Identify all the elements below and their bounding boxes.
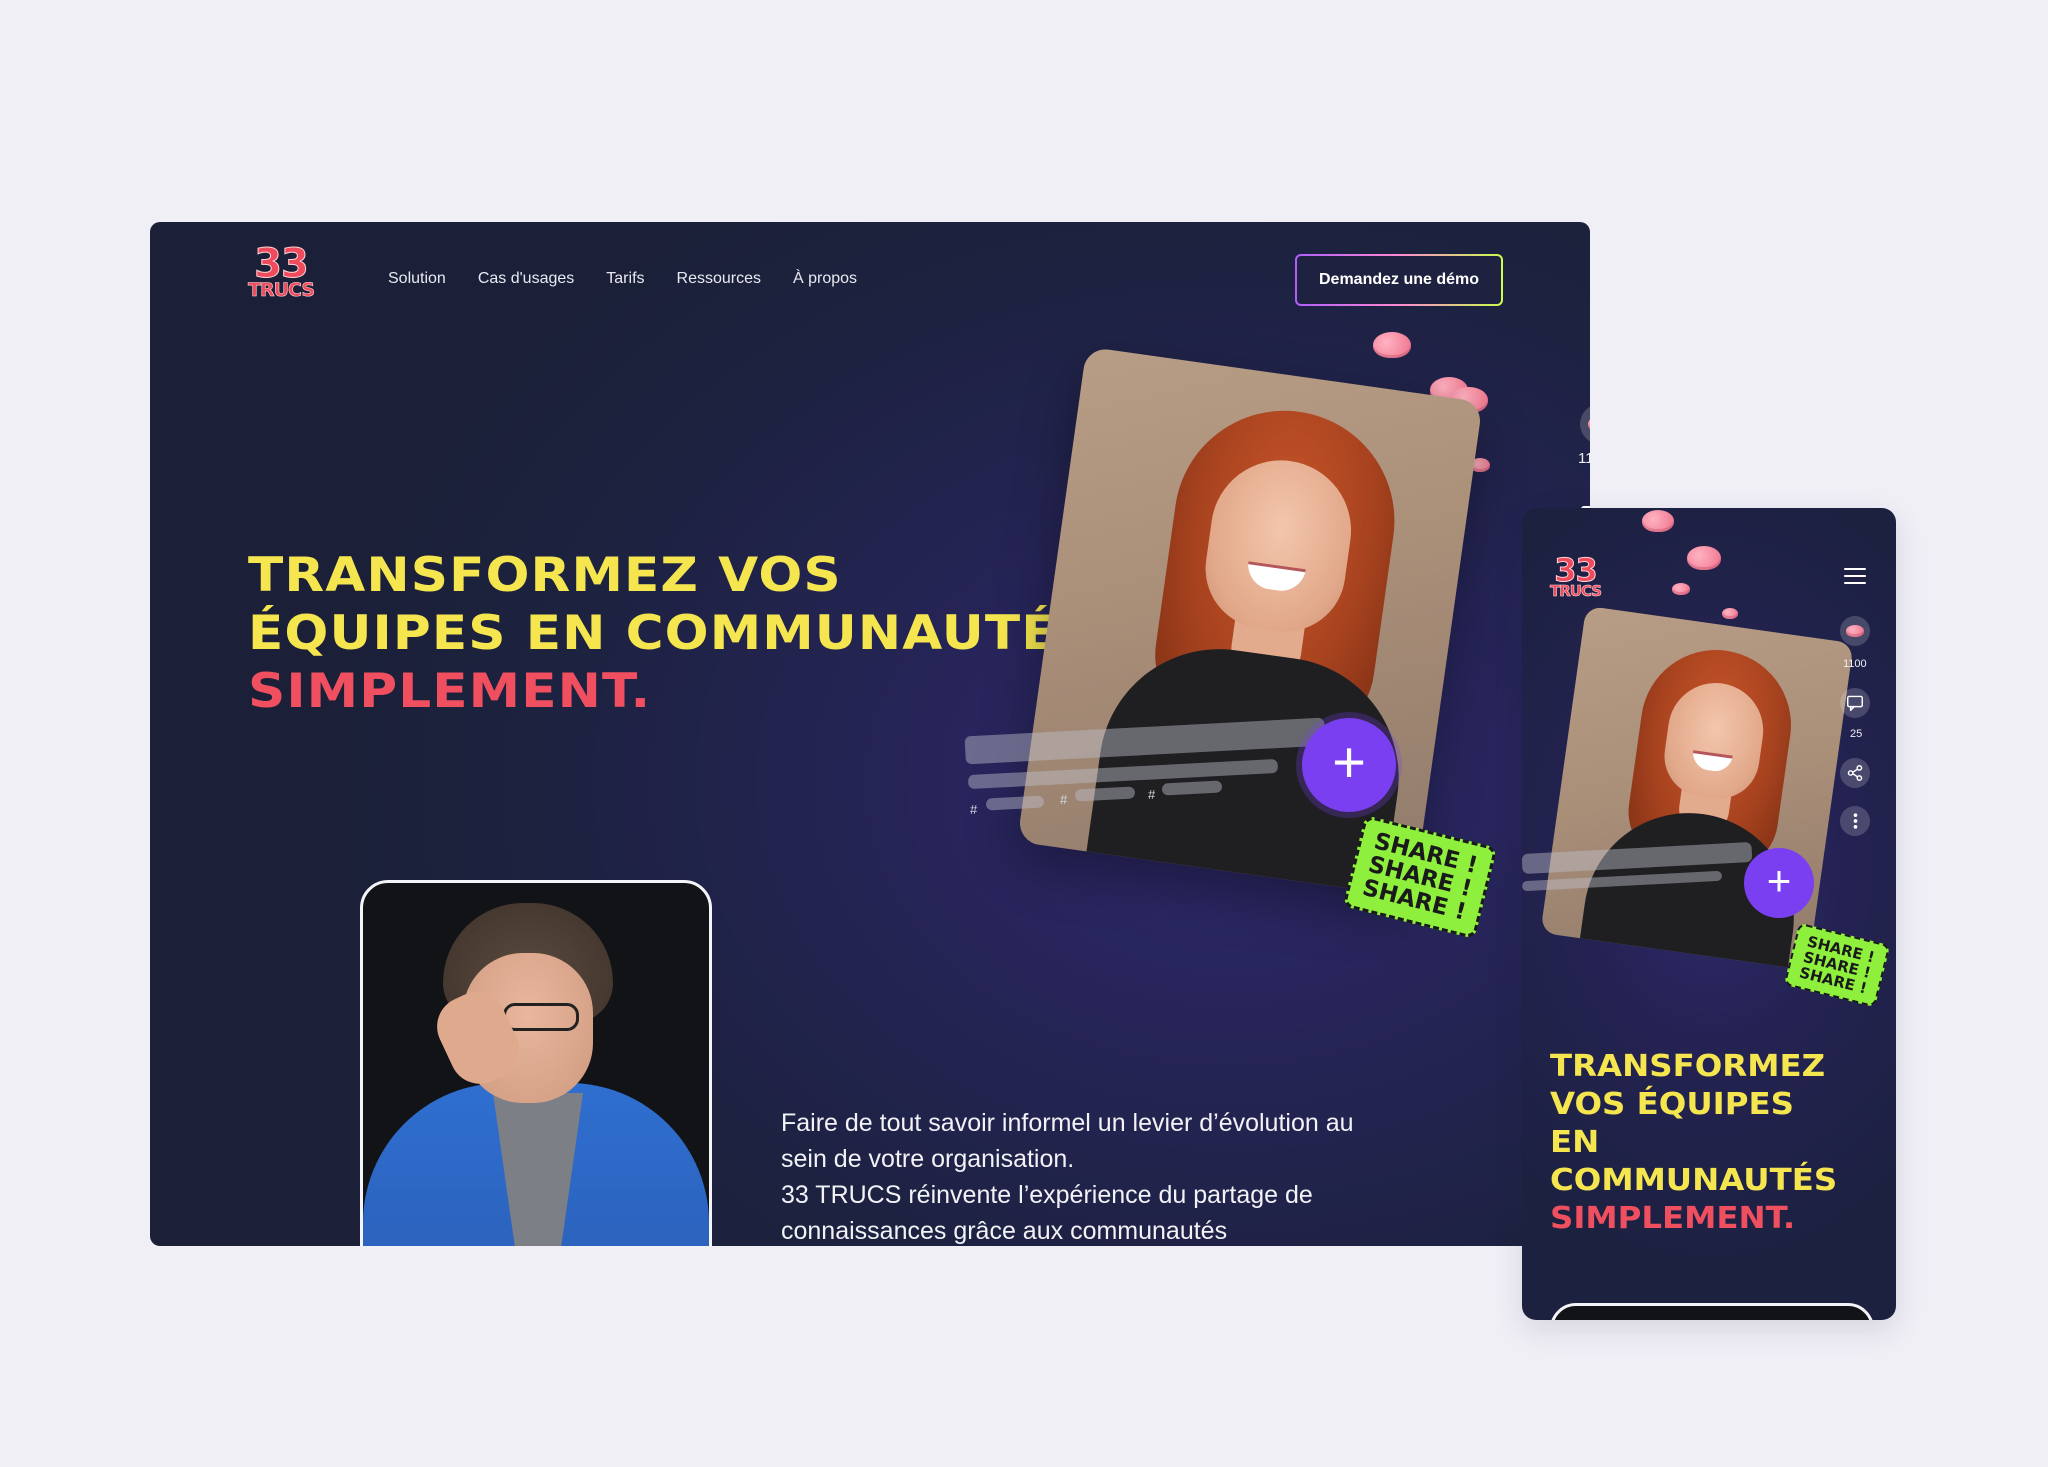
testimonial-video-card[interactable] — [1550, 1303, 1874, 1320]
share-sticker: SHARE ! SHARE ! SHARE ! — [1342, 814, 1498, 940]
brand-logo[interactable]: 33 TRUCS — [1550, 551, 1603, 600]
like-brain-icon[interactable] — [1580, 404, 1590, 444]
brain-icon — [1373, 332, 1411, 358]
logo-word: TRUCS — [1550, 581, 1603, 600]
hero-description: Faire de tout savoir informel un levier … — [781, 1105, 1401, 1246]
nav-item-a-propos[interactable]: À propos — [793, 270, 857, 288]
add-plus-button[interactable]: + — [1744, 848, 1814, 918]
likes-count: 1100 — [1578, 450, 1590, 467]
hamburger-menu-icon[interactable] — [1844, 568, 1866, 589]
desktop-mockup: 33 TRUCS Solution Cas d'usages Tarifs Re… — [150, 222, 1590, 1246]
request-demo-button[interactable]: Demandez une démo — [1295, 254, 1503, 306]
testimonial-video-card[interactable] — [360, 880, 712, 1246]
video-preview-card[interactable] — [1017, 346, 1483, 898]
share-sticker: SHARE ! SHARE ! SHARE ! — [1783, 922, 1891, 1008]
description-line-1: Faire de tout savoir informel un levier … — [781, 1109, 1354, 1173]
brain-icon — [1642, 510, 1674, 532]
headline-line-1: TRANSFORMEZ — [1550, 1049, 1826, 1084]
logo-number: 33 — [254, 241, 310, 287]
likes-count: 1100 — [1843, 658, 1867, 670]
nav-item-cas-usages[interactable]: Cas d'usages — [478, 270, 574, 288]
description-line-2: 33 TRUCS réinvente l’expérience du parta… — [781, 1181, 1313, 1245]
brain-icon — [1846, 625, 1864, 637]
nav-item-solution[interactable]: Solution — [388, 270, 446, 288]
nav-item-ressources[interactable]: Ressources — [677, 270, 761, 288]
like-brain-icon[interactable] — [1840, 616, 1870, 646]
brain-icon — [1722, 608, 1738, 619]
logo-word: TRUCS — [248, 279, 316, 301]
hashtag-symbol: # — [1148, 787, 1156, 802]
video-preview-card[interactable] — [1540, 605, 1854, 971]
more-vertical-icon[interactable] — [1840, 806, 1870, 836]
main-nav: Solution Cas d'usages Tarifs Ressources … — [388, 270, 857, 288]
headline-accent: SIMPLEMENT. — [1550, 1201, 1796, 1236]
brand-logo[interactable]: 33 TRUCS — [248, 241, 316, 301]
brain-icon — [1588, 416, 1590, 432]
headline-line-4: COMMUNAUTÉS — [1550, 1163, 1838, 1198]
brain-icon — [1672, 583, 1690, 595]
headline-line-2: ÉQUIPES EN COMMUNAUTÉS — [248, 606, 1096, 661]
headline-line-3: EN — [1550, 1125, 1600, 1160]
hero-headline: TRANSFORMEZ VOS ÉQUIPES EN COMMUNAUTÉS S… — [1550, 1048, 1837, 1238]
headline-line-1: TRANSFORMEZ VOS — [248, 548, 842, 603]
logo-number: 33 — [1554, 551, 1599, 589]
hashtag-symbol: # — [1060, 792, 1068, 807]
hero-headline: TRANSFORMEZ VOS ÉQUIPES EN COMMUNAUTÉS S… — [248, 547, 1096, 721]
person-glasses — [503, 1003, 579, 1031]
headline-line-2: VOS ÉQUIPES — [1550, 1087, 1794, 1122]
mobile-mockup: 33 TRUCS 1100 25 + SHARE ! SHARE ! SHARE… — [1522, 508, 1896, 1320]
add-plus-button[interactable]: + — [1302, 718, 1396, 812]
headline-accent: SIMPLEMENT. — [248, 664, 652, 719]
comment-icon[interactable] — [1840, 688, 1870, 718]
share-icon[interactable] — [1840, 758, 1870, 788]
comments-count: 25 — [1850, 728, 1863, 740]
nav-item-tarifs[interactable]: Tarifs — [606, 270, 644, 288]
hashtag-symbol: # — [970, 802, 978, 817]
brain-icon — [1687, 546, 1721, 570]
